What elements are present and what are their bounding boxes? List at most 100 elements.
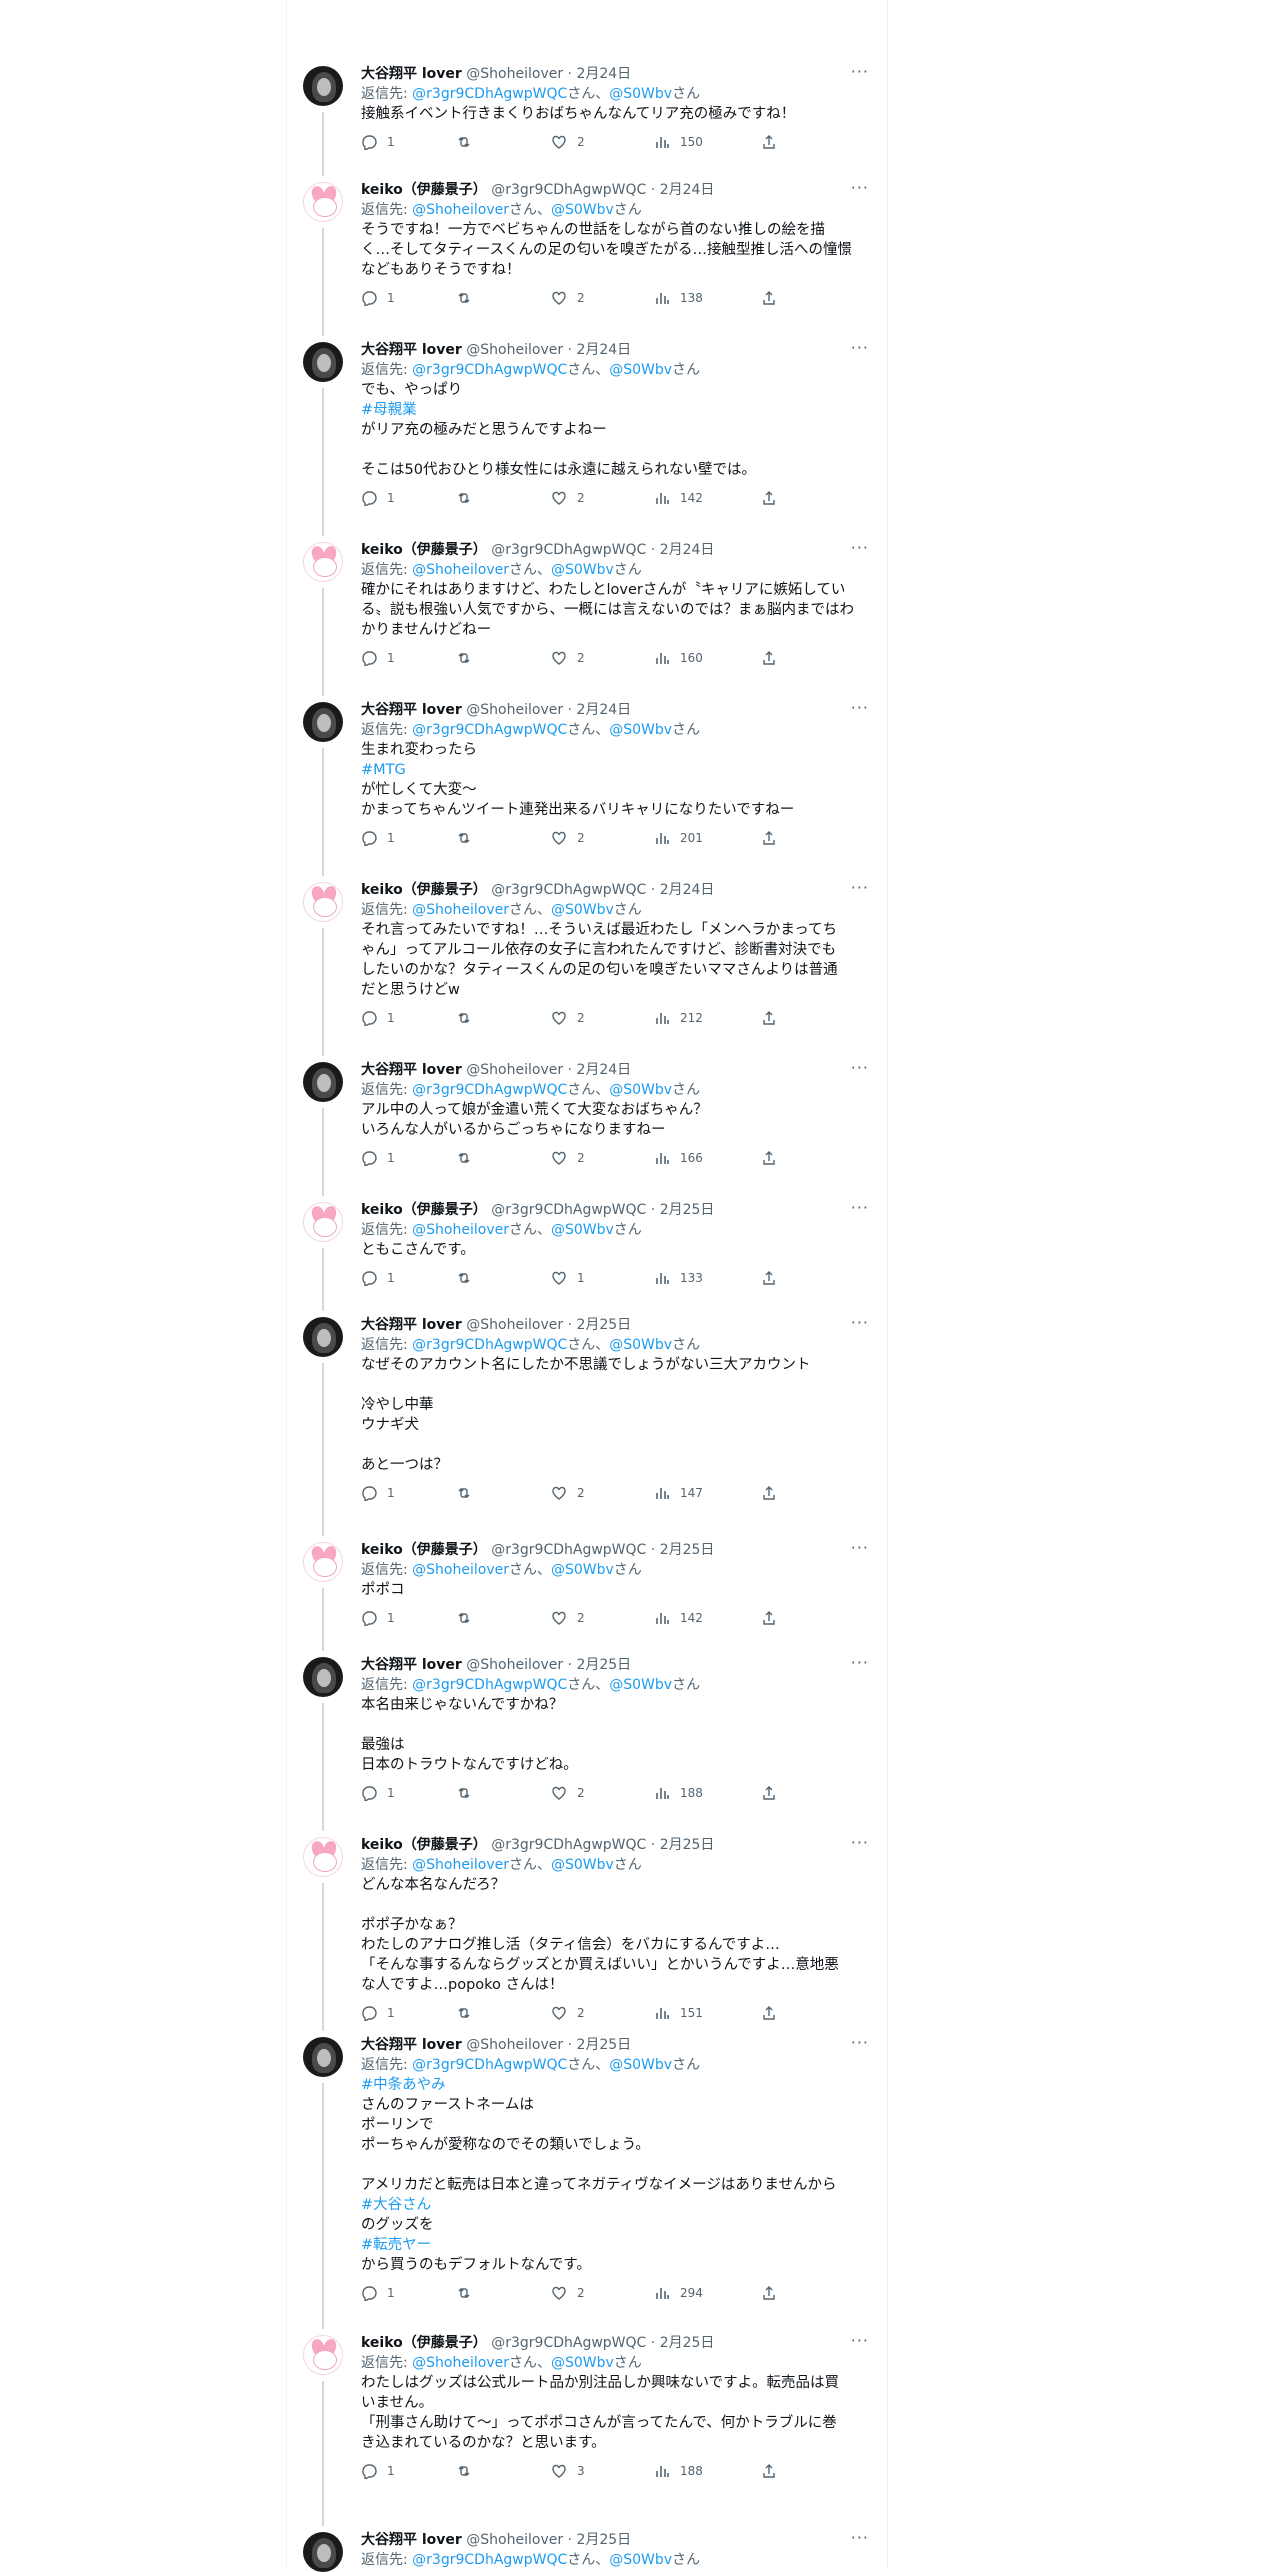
reply-button[interactable]: 1 (361, 1148, 395, 1168)
reply-button[interactable]: 1 (361, 1608, 395, 1628)
hashtag-link[interactable]: #母親業 (361, 400, 869, 420)
retweet-button[interactable] (456, 1783, 482, 1803)
like-button[interactable]: 2 (551, 1783, 585, 1803)
user-handle[interactable]: @Shoheilover (466, 1317, 563, 1333)
more-options-icon[interactable]: ··· (851, 2033, 869, 2052)
share-button[interactable] (761, 288, 787, 308)
avatar[interactable] (303, 882, 343, 922)
reply-mention-link[interactable]: @S0Wbv (609, 1082, 672, 1098)
share-button[interactable] (761, 1268, 787, 1288)
reply-mention-link[interactable]: @r3gr9CDhAgwpWQC (412, 86, 567, 102)
tweet-date[interactable]: 2月25日 (576, 2532, 631, 2548)
reply-mention-link[interactable]: @Shoheilover (412, 1857, 509, 1873)
reply-mention-link[interactable]: @Shoheilover (412, 202, 509, 218)
retweet-button[interactable] (456, 2003, 482, 2023)
reply-mention-link[interactable]: @r3gr9CDhAgwpWQC (412, 1337, 567, 1353)
reply-button[interactable]: 1 (361, 1268, 395, 1288)
retweet-button[interactable] (456, 2283, 482, 2303)
reply-mention-link[interactable]: @S0Wbv (609, 2552, 672, 2568)
tweet-date[interactable]: 2月25日 (576, 1317, 631, 1333)
reply-mention-link[interactable]: @S0Wbv (551, 902, 614, 918)
reply-mention-link[interactable]: @S0Wbv (609, 1677, 672, 1693)
share-button[interactable] (761, 132, 787, 152)
hashtag-link[interactable]: #転売ヤー (361, 2235, 869, 2255)
reply-mention-link[interactable]: @S0Wbv (609, 2057, 672, 2073)
retweet-button[interactable] (456, 1483, 482, 1503)
more-options-icon[interactable]: ··· (851, 1313, 869, 1332)
like-button[interactable]: 1 (551, 1268, 585, 1288)
retweet-button[interactable] (456, 828, 482, 848)
retweet-button[interactable] (456, 2461, 482, 2481)
reply-mention-link[interactable]: @r3gr9CDhAgwpWQC (412, 1677, 567, 1693)
avatar[interactable] (303, 2532, 343, 2572)
reply-button[interactable]: 1 (361, 2461, 395, 2481)
tweet-date[interactable]: 2月24日 (660, 882, 715, 898)
reply-button[interactable]: 1 (361, 2283, 395, 2303)
reply-mention-link[interactable]: @S0Wbv (609, 362, 672, 378)
user-handle[interactable]: @r3gr9CDhAgwpWQC (491, 1202, 646, 1218)
more-options-icon[interactable]: ··· (851, 1653, 869, 1672)
user-handle[interactable]: @r3gr9CDhAgwpWQC (491, 542, 646, 558)
avatar[interactable] (303, 66, 343, 106)
share-button[interactable] (761, 648, 787, 668)
share-button[interactable] (761, 1008, 787, 1028)
more-options-icon[interactable]: ··· (851, 1833, 869, 1852)
display-name[interactable]: 大谷翔平 lover (361, 1657, 462, 1673)
reply-mention-link[interactable]: @r3gr9CDhAgwpWQC (412, 1082, 567, 1098)
like-button[interactable]: 2 (551, 1008, 585, 1028)
more-options-icon[interactable]: ··· (851, 1198, 869, 1217)
reply-mention-link[interactable]: @Shoheilover (412, 1222, 509, 1238)
avatar[interactable] (303, 342, 343, 382)
avatar[interactable] (303, 1542, 343, 1582)
avatar[interactable] (303, 1657, 343, 1697)
display-name[interactable]: keiko（伊藤景子） (361, 1542, 487, 1558)
tweet-date[interactable]: 2月24日 (576, 66, 631, 82)
reply-mention-link[interactable]: @S0Wbv (609, 86, 672, 102)
hashtag-link[interactable]: #MTG (361, 760, 869, 780)
reply-mention-link[interactable]: @S0Wbv (609, 1337, 672, 1353)
views-button[interactable]: 166 (654, 1148, 703, 1168)
user-handle[interactable]: @Shoheilover (466, 2037, 563, 2053)
more-options-icon[interactable]: ··· (851, 698, 869, 717)
tweet-date[interactable]: 2月24日 (660, 542, 715, 558)
like-button[interactable]: 2 (551, 132, 585, 152)
reply-mention-link[interactable]: @r3gr9CDhAgwpWQC (412, 2552, 567, 2568)
tweet-date[interactable]: 2月24日 (576, 702, 631, 718)
reply-button[interactable]: 1 (361, 648, 395, 668)
user-handle[interactable]: @r3gr9CDhAgwpWQC (491, 2335, 646, 2351)
reply-mention-link[interactable]: @Shoheilover (412, 2355, 509, 2371)
avatar[interactable] (303, 1062, 343, 1102)
like-button[interactable]: 2 (551, 2283, 585, 2303)
like-button[interactable]: 2 (551, 2003, 585, 2023)
tweet-date[interactable]: 2月25日 (576, 1657, 631, 1673)
reply-button[interactable]: 1 (361, 488, 395, 508)
reply-mention-link[interactable]: @Shoheilover (412, 1562, 509, 1578)
reply-button[interactable]: 1 (361, 1783, 395, 1803)
retweet-button[interactable] (456, 288, 482, 308)
views-button[interactable]: 147 (654, 1483, 703, 1503)
user-handle[interactable]: @r3gr9CDhAgwpWQC (491, 1542, 646, 1558)
more-options-icon[interactable]: ··· (851, 2528, 869, 2547)
display-name[interactable]: keiko（伊藤景子） (361, 542, 487, 558)
retweet-button[interactable] (456, 1268, 482, 1288)
reply-mention-link[interactable]: @S0Wbv (551, 1222, 614, 1238)
user-handle[interactable]: @r3gr9CDhAgwpWQC (491, 182, 646, 198)
display-name[interactable]: 大谷翔平 lover (361, 702, 462, 718)
views-button[interactable]: 294 (654, 2283, 703, 2303)
tweet-date[interactable]: 2月24日 (576, 1062, 631, 1078)
like-button[interactable]: 2 (551, 828, 585, 848)
user-handle[interactable]: @Shoheilover (466, 1657, 563, 1673)
user-handle[interactable]: @r3gr9CDhAgwpWQC (491, 1837, 646, 1853)
views-button[interactable]: 188 (654, 1783, 703, 1803)
like-button[interactable]: 2 (551, 648, 585, 668)
more-options-icon[interactable]: ··· (851, 338, 869, 357)
reply-button[interactable]: 1 (361, 288, 395, 308)
user-handle[interactable]: @Shoheilover (466, 1062, 563, 1078)
reply-mention-link[interactable]: @Shoheilover (412, 902, 509, 918)
user-handle[interactable]: @Shoheilover (466, 342, 563, 358)
more-options-icon[interactable]: ··· (851, 1058, 869, 1077)
reply-mention-link[interactable]: @S0Wbv (551, 2355, 614, 2371)
display-name[interactable]: keiko（伊藤景子） (361, 1202, 487, 1218)
views-button[interactable]: 142 (654, 488, 703, 508)
like-button[interactable]: 2 (551, 1483, 585, 1503)
